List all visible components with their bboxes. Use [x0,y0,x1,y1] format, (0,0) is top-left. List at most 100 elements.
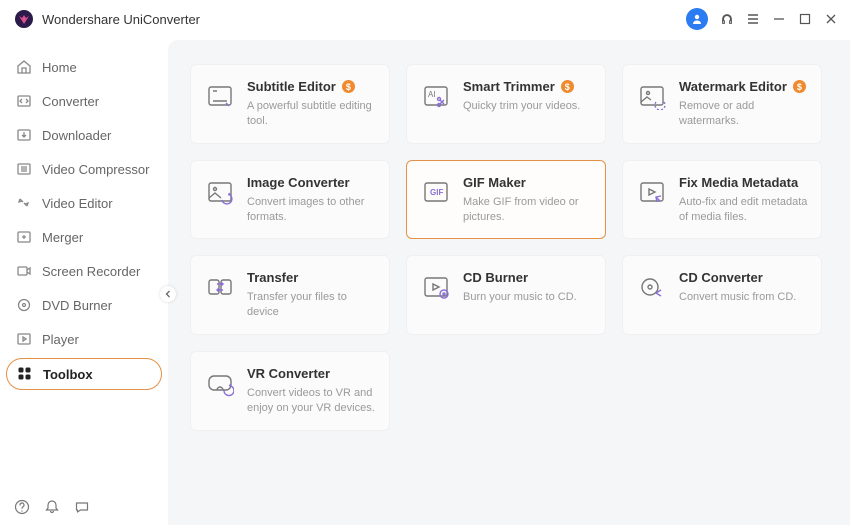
watermark-icon [637,81,667,111]
sidebar-item-dvd-burner[interactable]: DVD Burner [6,290,162,320]
support-icon[interactable] [720,12,734,26]
card-body: CD Burner Burn your music to CD. [463,270,593,320]
sidebar-item-toolbox[interactable]: Toolbox [6,358,162,390]
converter-icon [16,93,32,109]
dvd-icon [16,297,32,313]
menu-icon[interactable] [746,12,760,26]
card-title-row: CD Burner [463,270,593,285]
compressor-icon [16,161,32,177]
sidebar-item-downloader[interactable]: Downloader [6,120,162,150]
tool-card-subtitle-editor[interactable]: Subtitle Editor $ A powerful subtitle ed… [190,64,390,144]
main-panel: Subtitle Editor $ A powerful subtitle ed… [168,40,850,525]
card-body: CD Converter Convert music from CD. [679,270,809,320]
sidebar: Home Converter Downloader Video Compressor V… [0,38,168,525]
tool-card-vr-converter[interactable]: VR Converter Convert videos to VR and en… [190,351,390,431]
titlebar-right [686,8,838,30]
notification-icon[interactable] [44,499,60,515]
card-title: VR Converter [247,366,330,381]
card-body: Image Converter Convert images to other … [247,175,377,225]
editor-icon [16,195,32,211]
transfer-icon [205,272,235,302]
card-description: Transfer your files to device [247,290,377,320]
nav-label: Toolbox [43,367,93,382]
tool-card-smart-trimmer[interactable]: AI Smart Trimmer $ Quicky trim your vide… [406,64,606,144]
card-body: Smart Trimmer $ Quicky trim your videos. [463,79,593,129]
card-title-row: Image Converter [247,175,377,190]
card-title: Transfer [247,270,298,285]
premium-badge-icon: $ [342,80,355,93]
card-title-row: Watermark Editor $ [679,79,809,94]
card-title-row: Subtitle Editor $ [247,79,377,94]
card-description: Make GIF from video or pictures. [463,195,593,225]
card-description: Auto-fix and edit metadata of media file… [679,195,809,225]
card-description: Convert videos to VR and enjoy on your V… [247,386,377,416]
tool-card-fix-media-metadata[interactable]: Fix Media Metadata Auto-fix and edit met… [622,160,822,240]
cdconv-icon [637,272,667,302]
nav-label: DVD Burner [42,298,112,313]
titlebar: Wondershare UniConverter [0,0,850,38]
gif-icon: GIF [421,177,451,207]
card-title-row: Smart Trimmer $ [463,79,593,94]
sidebar-item-video-compressor[interactable]: Video Compressor [6,154,162,184]
sidebar-item-video-editor[interactable]: Video Editor [6,188,162,218]
sidebar-item-merger[interactable]: Merger [6,222,162,252]
app-title: Wondershare UniConverter [42,12,200,27]
tool-card-transfer[interactable]: Transfer Transfer your files to device [190,255,390,335]
recorder-icon [16,263,32,279]
toolbox-icon [17,366,33,382]
card-description: Remove or add watermarks. [679,99,809,129]
card-description: Quicky trim your videos. [463,99,593,114]
maximize-button[interactable] [798,12,812,26]
card-body: GIF Maker Make GIF from video or picture… [463,175,593,225]
nav-label: Home [42,60,77,75]
premium-badge-icon: $ [793,80,806,93]
tool-card-image-converter[interactable]: Image Converter Convert images to other … [190,160,390,240]
home-icon [16,59,32,75]
card-title-row: Transfer [247,270,377,285]
imageconv-icon [205,177,235,207]
card-title-row: Fix Media Metadata [679,175,809,190]
minimize-button[interactable] [772,12,786,26]
card-description: Burn your music to CD. [463,290,593,305]
nav-label: Converter [42,94,99,109]
tool-card-cd-burner[interactable]: CD Burner Burn your music to CD. [406,255,606,335]
card-description: A powerful subtitle editing tool. [247,99,377,129]
cdburner-icon [421,272,451,302]
card-description: Convert images to other formats. [247,195,377,225]
user-avatar-icon[interactable] [686,8,708,30]
help-icon[interactable] [14,499,30,515]
player-icon [16,331,32,347]
sidebar-footer [0,489,168,525]
sidebar-item-screen-recorder[interactable]: Screen Recorder [6,256,162,286]
card-title: CD Burner [463,270,528,285]
card-body: Fix Media Metadata Auto-fix and edit met… [679,175,809,225]
nav-label: Video Compressor [42,162,149,177]
feedback-icon[interactable] [74,499,90,515]
card-title: CD Converter [679,270,763,285]
tool-card-gif-maker[interactable]: GIF GIF Maker Make GIF from video or pic… [406,160,606,240]
card-title-row: GIF Maker [463,175,593,190]
card-body: Watermark Editor $ Remove or add waterma… [679,79,809,129]
card-description: Convert music from CD. [679,290,809,305]
card-title: Watermark Editor [679,79,787,94]
trimmer-icon: AI [421,81,451,111]
body: Home Converter Downloader Video Compressor V… [0,38,850,525]
sidebar-item-converter[interactable]: Converter [6,86,162,116]
tool-grid: Subtitle Editor $ A powerful subtitle ed… [190,64,828,431]
card-body: Transfer Transfer your files to device [247,270,377,320]
tool-card-watermark-editor[interactable]: Watermark Editor $ Remove or add waterma… [622,64,822,144]
card-title: GIF Maker [463,175,526,190]
close-button[interactable] [824,12,838,26]
sidebar-item-home[interactable]: Home [6,52,162,82]
sidebar-collapse-icon[interactable] [160,286,176,302]
premium-badge-icon: $ [561,80,574,93]
svg-text:GIF: GIF [430,188,443,197]
merger-icon [16,229,32,245]
tool-card-cd-converter[interactable]: CD Converter Convert music from CD. [622,255,822,335]
subtitle-icon [205,81,235,111]
nav-list: Home Converter Downloader Video Compressor V… [0,38,168,489]
vr-icon [205,368,235,398]
svg-text:AI: AI [428,90,436,99]
card-title: Subtitle Editor [247,79,336,94]
sidebar-item-player[interactable]: Player [6,324,162,354]
